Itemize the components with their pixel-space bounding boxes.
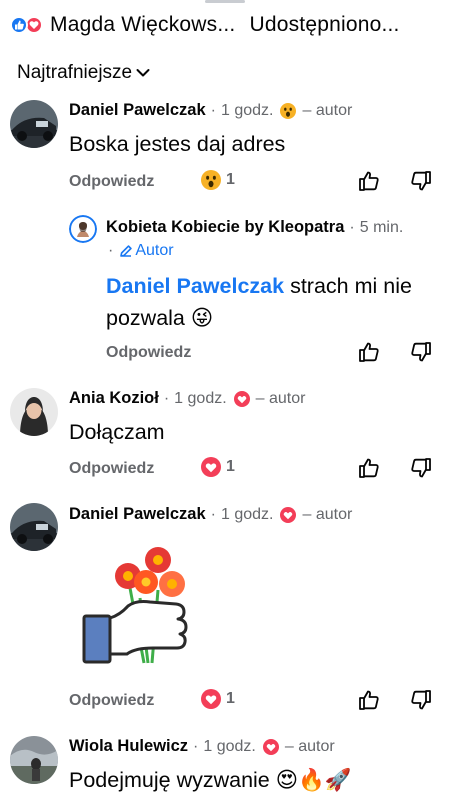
flowers-sticker[interactable] [80,538,200,668]
sort-dropdown[interactable]: Najtrafniejsze [17,62,150,84]
post-header: Magda Więckows... Udostępniono... [10,10,442,40]
reply-button[interactable]: Odpowiedz [69,692,154,710]
love-icon [233,390,250,407]
comment-time[interactable]: 1 godz. [221,506,273,524]
wow-icon [280,102,297,119]
author-reaction-label: – autor [302,101,353,119]
comment-time[interactable]: 1 godz. [174,390,226,408]
emoji: 😜 [190,306,214,330]
love-icon [201,689,221,709]
love-icon [201,457,221,477]
reaction-summary[interactable] [10,15,46,35]
reply-button[interactable]: Odpowiedz [69,460,154,478]
love-icon [280,506,297,523]
reply-button[interactable]: Odpowiedz [69,173,154,191]
love-icon [262,738,279,755]
avatar[interactable] [10,736,58,784]
pencil-icon [120,245,133,257]
reaction-count[interactable]: 1 [201,689,235,709]
author-reaction-label: – autor [302,505,353,523]
like-icon[interactable] [358,341,380,363]
wow-icon [201,170,221,190]
shared-label[interactable]: Udostępniono... [249,13,399,37]
author-badge: · Autor [108,242,174,259]
reaction-count[interactable]: 1 [201,457,235,477]
comment-text: Podejmuję wyzwanie 😍🔥🚀 [69,768,352,792]
comment-text: Dołączam [69,420,165,444]
dislike-icon[interactable] [410,689,432,711]
avatar[interactable] [69,215,97,243]
chevron-down-icon [136,69,150,77]
post-author[interactable]: Magda Więckows... [50,13,235,37]
author-reaction-label: – autor [284,737,335,755]
comment-text: Boska jestes daj adres [69,132,286,156]
emoji: 😍🔥🚀 [275,768,352,792]
comment-time[interactable]: 1 godz. [203,738,255,756]
like-icon[interactable] [358,457,380,479]
drag-handle[interactable] [205,0,245,3]
commenter-name[interactable]: Daniel Pawelczak [69,505,206,524]
author-reaction-label: – autor [255,389,306,407]
reaction-count[interactable]: 1 [201,170,235,190]
commenter-name[interactable]: Ania Kozioł [69,389,159,408]
commenter-name[interactable]: Kobieta Kobiecie by Kleopatra [106,218,344,237]
comment-time[interactable]: 5 min. [360,219,404,237]
comment-time[interactable]: 1 godz. [221,102,273,120]
dislike-icon[interactable] [410,341,432,363]
avatar[interactable] [10,503,58,551]
mention-link[interactable]: Daniel Pawelczak [106,274,284,298]
avatar[interactable] [10,100,58,148]
comment-text: Daniel Pawelczak strach mi nie pozwala 😜 [106,274,412,330]
like-icon[interactable] [358,170,380,192]
commenter-name[interactable]: Daniel Pawelczak [69,101,206,120]
avatar[interactable] [10,388,58,436]
sort-label: Najtrafniejsze [17,62,133,83]
like-icon [10,16,28,34]
dislike-icon[interactable] [410,457,432,479]
commenter-name[interactable]: Wiola Hulewicz [69,737,188,756]
dislike-icon[interactable] [410,170,432,192]
reply-button[interactable]: Odpowiedz [106,344,191,362]
like-icon[interactable] [358,689,380,711]
